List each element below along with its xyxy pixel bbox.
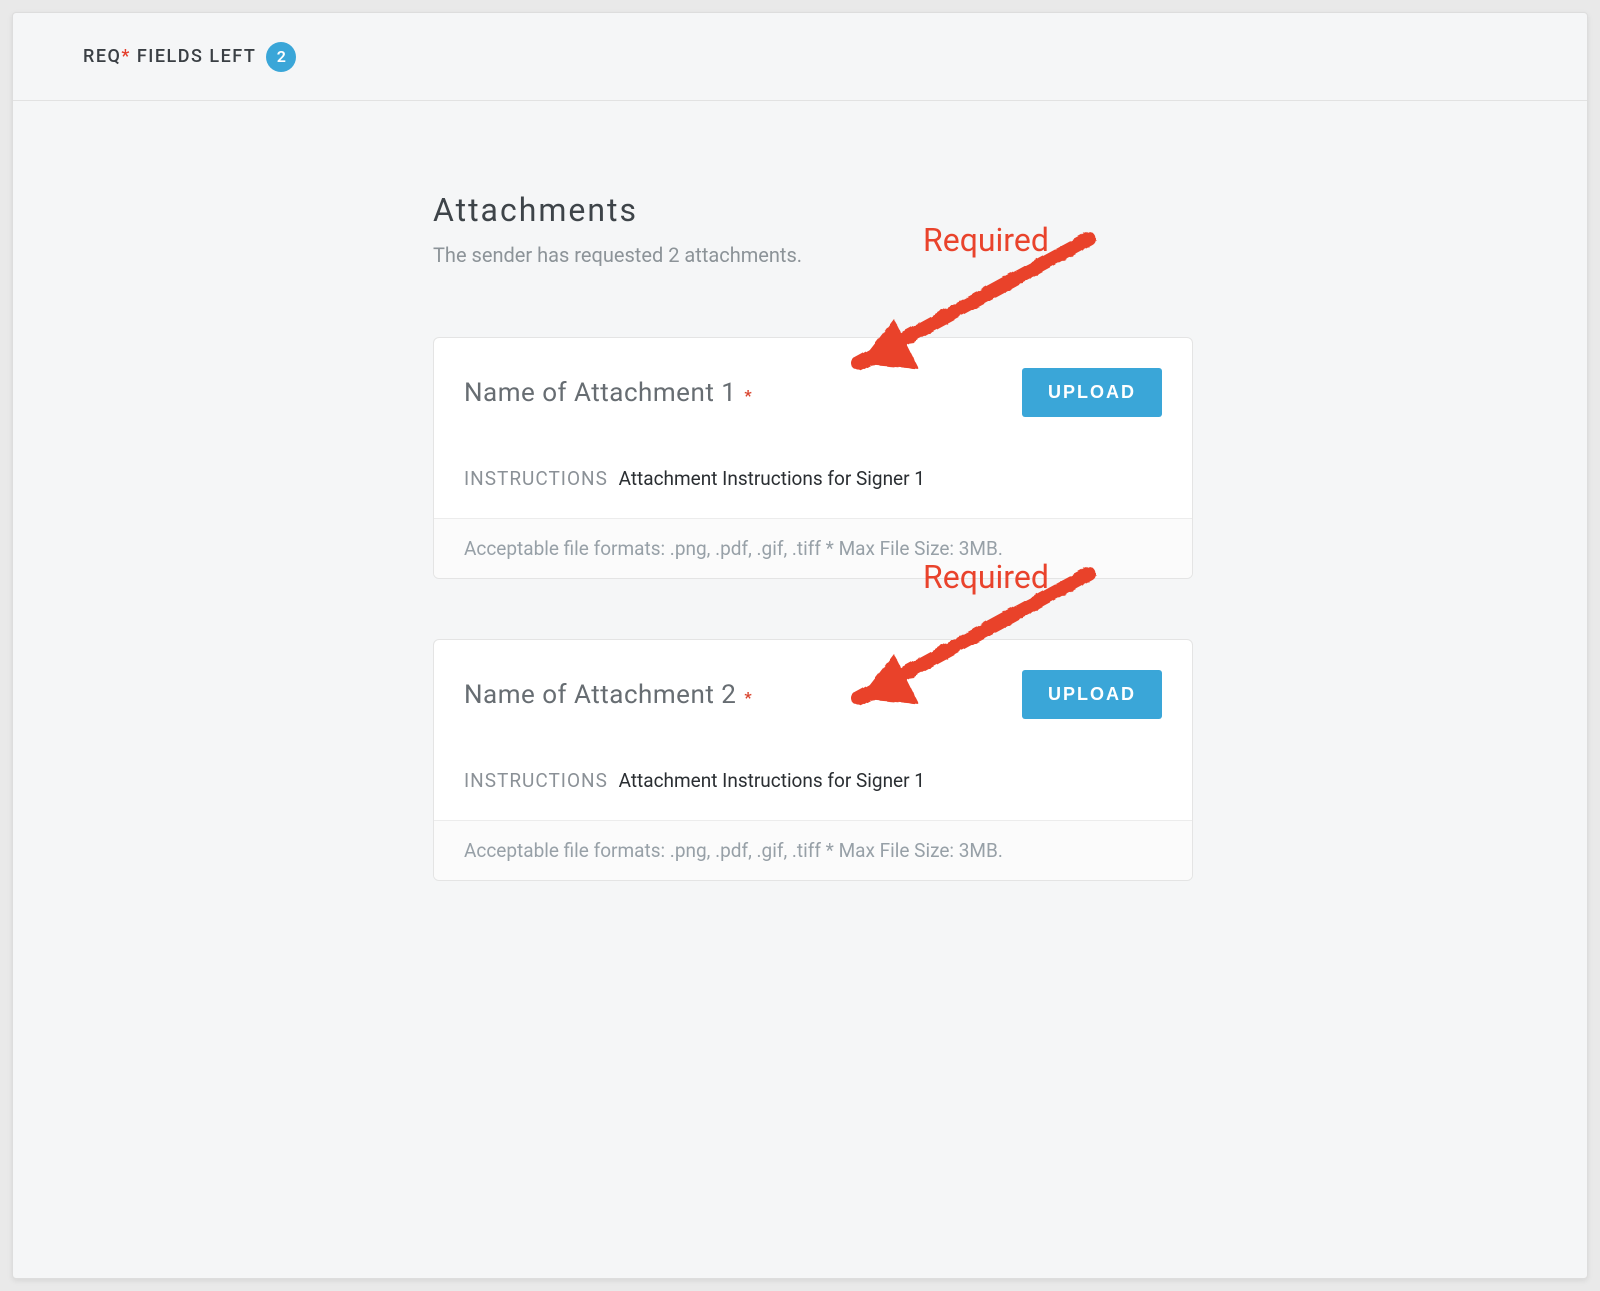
page-subtitle: The sender has requested 2 attachments. <box>433 243 1193 267</box>
upload-button[interactable]: UPLOAD <box>1022 368 1162 417</box>
required-asterisk-icon: * <box>744 386 751 405</box>
page-title: Attachments <box>433 191 1193 229</box>
attachment-footer: Acceptable file formats: .png, .pdf, .gi… <box>434 518 1192 578</box>
app-window: REQ* FIELDS LEFT 2 Attachments The sende… <box>12 12 1588 1279</box>
attachment-card-header: Name of Attachment 1 * UPLOAD <box>434 338 1192 427</box>
instructions-label: INSTRUCTIONS <box>464 769 608 792</box>
attachment-footer: Acceptable file formats: .png, .pdf, .gi… <box>434 820 1192 880</box>
instructions-text: Attachment Instructions for Signer 1 <box>619 769 925 792</box>
attachment-name: Name of Attachment 2 <box>464 680 736 710</box>
req-text: REQ <box>83 46 121 67</box>
instructions-text: Attachment Instructions for Signer 1 <box>619 467 925 490</box>
content-area: Attachments The sender has requested 2 a… <box>13 101 1587 1278</box>
fields-left-text: FIELDS LEFT <box>131 46 256 67</box>
centered-column: Attachments The sender has requested 2 a… <box>433 191 1193 881</box>
required-fields-indicator: REQ* FIELDS LEFT <box>83 46 256 67</box>
attachment-name: Name of Attachment 1 <box>464 378 736 408</box>
attachment-title-wrap: Name of Attachment 1 * <box>464 378 752 408</box>
attachment-card: Name of Attachment 1 * UPLOAD INSTRUCTIO… <box>433 337 1193 579</box>
top-bar: REQ* FIELDS LEFT 2 <box>13 13 1587 101</box>
instructions-label: INSTRUCTIONS <box>464 467 608 490</box>
upload-button[interactable]: UPLOAD <box>1022 670 1162 719</box>
attachment-instructions: INSTRUCTIONS Attachment Instructions for… <box>434 427 1192 518</box>
attachment-card-header: Name of Attachment 2 * UPLOAD <box>434 640 1192 729</box>
required-asterisk-icon: * <box>744 688 751 707</box>
attachment-title-wrap: Name of Attachment 2 * <box>464 680 752 710</box>
attachment-instructions: INSTRUCTIONS Attachment Instructions for… <box>434 729 1192 820</box>
req-star-icon: * <box>121 46 130 67</box>
attachment-card: Name of Attachment 2 * UPLOAD INSTRUCTIO… <box>433 639 1193 881</box>
required-count-badge: 2 <box>266 42 296 72</box>
